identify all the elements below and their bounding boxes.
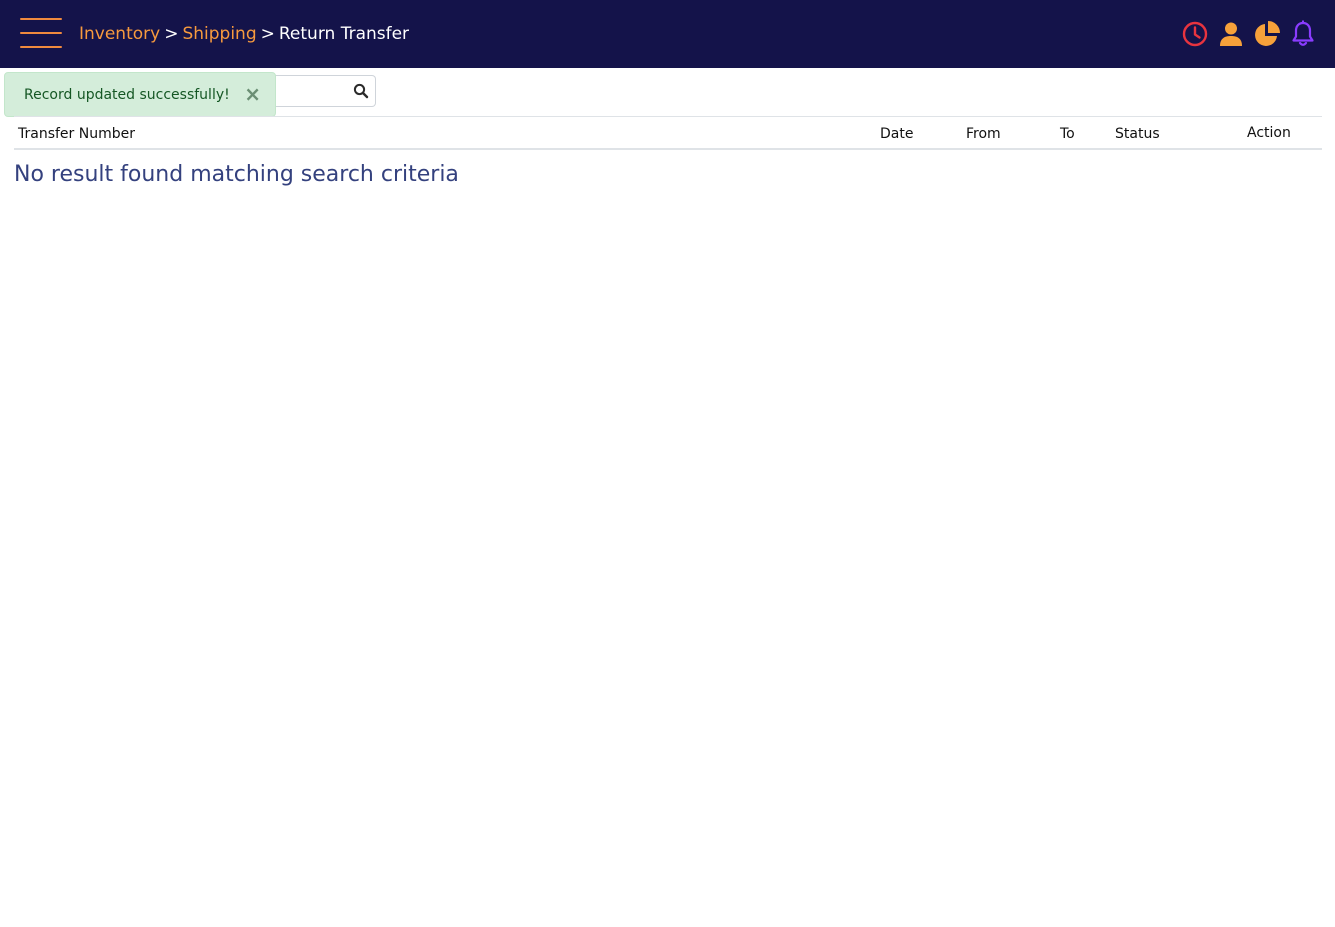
top-navbar: Inventory > Shipping > Return Transfer <box>0 0 1335 68</box>
breadcrumb-current-page: Return Transfer <box>278 24 410 44</box>
user-icon[interactable] <box>1217 20 1245 48</box>
column-header-transfer-number[interactable]: Transfer Number <box>18 125 135 143</box>
menu-line <box>20 46 62 48</box>
clock-icon[interactable] <box>1181 20 1209 48</box>
column-header-date[interactable]: Date <box>880 125 913 143</box>
menu-line <box>20 18 62 20</box>
column-header-to[interactable]: To <box>1060 125 1075 143</box>
table-header: Transfer Number Date From To Status Acti… <box>14 116 1322 150</box>
pie-chart-icon[interactable] <box>1253 20 1281 48</box>
column-header-status[interactable]: Status <box>1115 125 1160 143</box>
search-input[interactable] <box>274 80 348 104</box>
breadcrumb-inventory[interactable]: Inventory <box>79 24 160 44</box>
search-icon[interactable] <box>353 83 369 99</box>
header-icon-group <box>1181 20 1317 48</box>
toast-message: Record updated successfully! <box>24 87 230 103</box>
column-header-from[interactable]: From <box>966 125 1001 143</box>
close-icon[interactable]: × <box>244 83 261 105</box>
menu-line <box>20 32 62 34</box>
breadcrumb-separator: > <box>260 24 275 44</box>
column-header-action: Action <box>1247 125 1291 141</box>
breadcrumb-shipping[interactable]: Shipping <box>182 24 256 44</box>
breadcrumb: Inventory > Shipping > Return Transfer <box>79 22 409 46</box>
search-box <box>272 75 376 107</box>
empty-results-message: No result found matching search criteria <box>14 162 459 187</box>
hamburger-menu-icon[interactable] <box>20 18 62 48</box>
success-toast: Record updated successfully! × <box>4 72 276 117</box>
breadcrumb-separator: > <box>164 24 179 44</box>
bell-icon[interactable] <box>1289 20 1317 48</box>
